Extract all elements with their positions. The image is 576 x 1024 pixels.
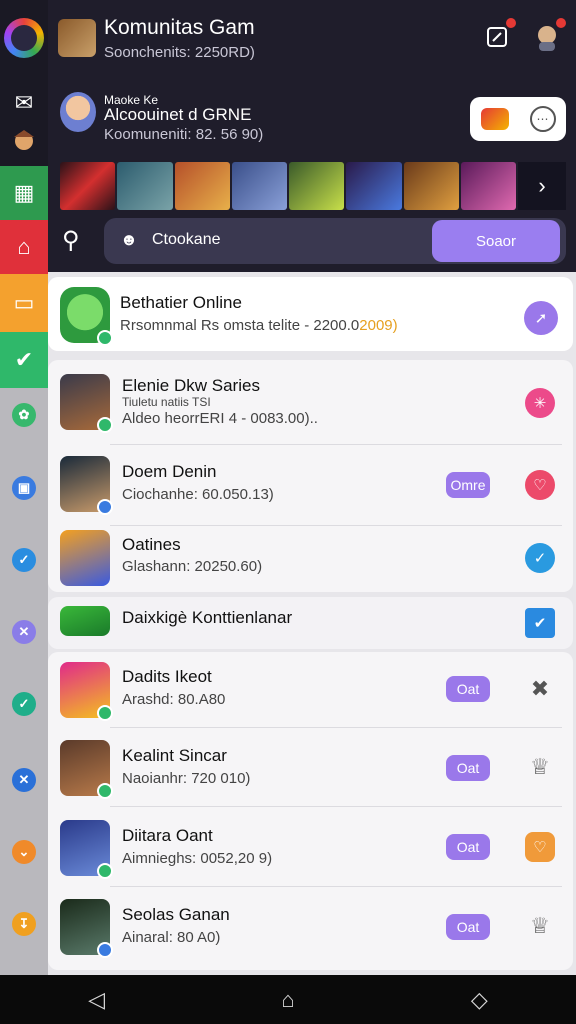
rail-arrow-icon[interactable]: ↧ xyxy=(12,912,36,936)
rail-window-icon[interactable]: ▭ xyxy=(0,274,48,332)
featured-card[interactable]: Bethatier Online Rrsomnmal Rs omsta teli… xyxy=(48,277,573,351)
game-caption: Tiuletu natiis TSI xyxy=(122,395,211,409)
community-avatar[interactable] xyxy=(58,19,96,57)
get-button[interactable]: Oat xyxy=(446,755,490,781)
game-icon xyxy=(60,899,113,958)
divider xyxy=(110,806,562,807)
video-icon[interactable] xyxy=(480,108,509,130)
notification-badge xyxy=(506,18,516,28)
badge-icon[interactable]: ♡ xyxy=(525,832,555,862)
featured-title: Bethatier Online xyxy=(120,293,242,312)
search-button[interactable]: Soaor xyxy=(432,220,560,262)
game-title: Seolas Ganan xyxy=(122,905,230,924)
banner-tile[interactable] xyxy=(117,162,173,210)
game-icon xyxy=(60,740,113,799)
rail-x-icon[interactable]: ✕ xyxy=(12,768,36,792)
cross-swords-icon[interactable]: ✖ xyxy=(525,674,555,704)
game-title: Doem Denin xyxy=(122,462,217,481)
rail-v-icon[interactable]: ✓ xyxy=(12,692,36,716)
get-button[interactable]: Oat xyxy=(446,834,490,860)
section-title: Daixkigè Konttienlanar xyxy=(122,608,293,627)
banner-tile[interactable] xyxy=(346,162,402,210)
get-button[interactable]: Oat xyxy=(446,676,490,702)
search-icon[interactable]: ⚲ xyxy=(62,226,90,254)
heart-icon[interactable]: ♡ xyxy=(525,470,555,500)
game-title: Dadits Ikeot xyxy=(122,667,212,686)
system-nav-bar: ◁ ⌂ ◇ xyxy=(0,975,576,1024)
game-subtitle: Arashd: 80.A80 xyxy=(122,691,226,708)
recents-icon[interactable]: ◇ xyxy=(471,987,488,1013)
banner-tile[interactable] xyxy=(289,162,345,210)
user-icon: ☻ xyxy=(120,230,138,249)
rail-verify-icon[interactable]: ✓ xyxy=(12,548,36,572)
rail-cross-icon[interactable]: ✕ xyxy=(12,620,36,644)
search-input[interactable]: ☻ Ctookane Soaor xyxy=(104,218,566,264)
featured-action-icon[interactable]: ➚ xyxy=(524,301,558,335)
open-button[interactable]: Omre xyxy=(446,472,490,498)
rail-check-icon[interactable]: ✔ xyxy=(0,332,48,388)
game-title: Elenie Dkw Saries xyxy=(122,376,260,395)
app-logo[interactable] xyxy=(4,18,44,58)
banner-tile[interactable] xyxy=(460,162,516,210)
banner-tile[interactable] xyxy=(174,162,230,210)
rail-chevron-icon[interactable]: ⌄ xyxy=(12,840,36,864)
game-icon xyxy=(60,456,113,515)
game-subtitle: Ciochanhe: 60.050.13) xyxy=(122,486,274,503)
section-icon xyxy=(60,606,110,636)
game-icon xyxy=(60,820,113,879)
game-subtitle: Aimnieghs: 0052,20 9) xyxy=(122,850,273,867)
divider xyxy=(110,886,562,887)
edit-icon[interactable]: ✔ xyxy=(525,608,555,638)
game-subtitle: Glashann: 20250.60) xyxy=(122,558,263,575)
game-icon xyxy=(60,530,110,586)
game-subtitle: Ainaral: 80 A0) xyxy=(122,929,221,946)
featured-game-icon xyxy=(60,287,113,346)
rail-plant-icon[interactable]: ✿ xyxy=(12,403,36,427)
share-icon[interactable] xyxy=(480,18,516,54)
rail-games-icon[interactable]: ▦ xyxy=(0,166,48,220)
game-title: Kealint Sincar xyxy=(122,746,227,765)
left-rail: ✉ ▦ ⌂ ▭ ✔ ✿ ▣ ✓ ✕ ✓ ✕ ⌄ ↧ xyxy=(0,0,48,975)
game-icon xyxy=(60,374,113,433)
group-name: Alcoouinet d GRNE xyxy=(104,105,252,124)
rail-character-icon[interactable] xyxy=(0,118,48,166)
chat-icon[interactable]: ⋯ xyxy=(529,106,556,132)
spark-icon[interactable]: ✳ xyxy=(525,388,555,418)
game-title: Diitara Oant xyxy=(122,826,213,845)
home-icon[interactable]: ⌂ xyxy=(281,987,294,1013)
rail-message-icon[interactable]: ✉ xyxy=(0,88,48,118)
profile-badge xyxy=(556,18,566,28)
divider xyxy=(110,444,562,445)
crown-outline-icon[interactable]: ♕ xyxy=(525,911,555,941)
divider xyxy=(110,525,562,526)
check-icon[interactable]: ✓ xyxy=(525,543,555,573)
game-icon xyxy=(60,662,113,721)
game-banner: › xyxy=(60,162,566,210)
search-text: Ctookane xyxy=(152,231,221,248)
divider xyxy=(110,727,562,728)
game-subtitle: Aldeo heorrERI 4 - 0083.00).. xyxy=(122,410,318,427)
banner-tile[interactable] xyxy=(231,162,287,210)
group-actions: ⋯ xyxy=(470,97,566,141)
group-members: Koomuneniti: 82. 56 90) xyxy=(104,126,264,143)
get-button[interactable]: Oat xyxy=(446,914,490,940)
back-icon[interactable]: ◁ xyxy=(88,987,105,1013)
rail-home-icon[interactable]: ⌂ xyxy=(0,220,48,274)
banner-tile[interactable] xyxy=(60,162,116,210)
featured-subtitle: Rrsomnmal Rs omsta telite - 2200.02009) xyxy=(120,317,398,334)
banner-tile[interactable] xyxy=(403,162,459,210)
profile-icon[interactable] xyxy=(530,18,566,54)
rail-bag-icon[interactable]: ▣ xyxy=(12,476,36,500)
page-subtitle: Soonchenits: 2250RD) xyxy=(104,44,255,61)
group-avatar[interactable] xyxy=(60,92,96,132)
game-subtitle: Naoianhr: 720 010) xyxy=(122,770,251,787)
page-title: Komunitas Gam xyxy=(104,16,255,39)
crown-icon[interactable]: ♕ xyxy=(525,752,555,782)
game-title: Oatines xyxy=(122,535,181,554)
banner-next-icon[interactable]: › xyxy=(518,162,566,210)
